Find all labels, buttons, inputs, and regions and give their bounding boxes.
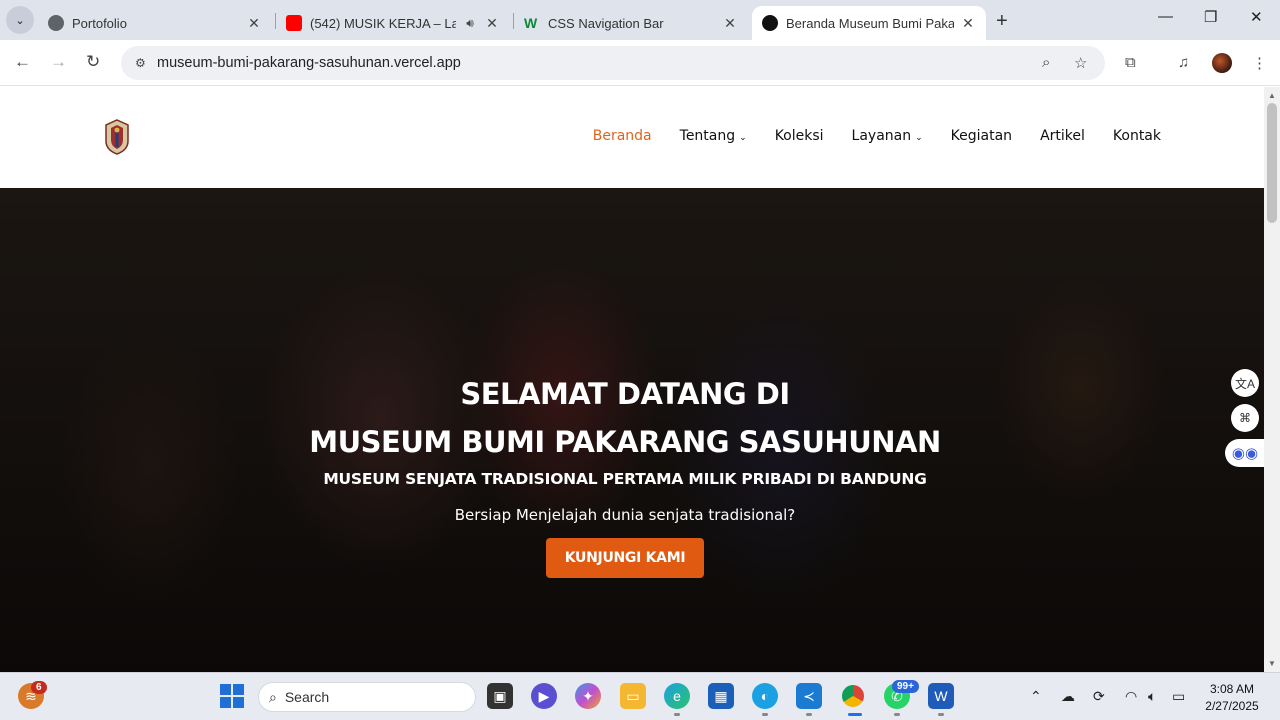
site-info-icon[interactable]: ⚙ — [135, 56, 151, 70]
kunjungi-kami-button[interactable]: KUNJUNGI KAMI — [545, 538, 705, 578]
close-window-button[interactable]: ✕ — [1250, 8, 1263, 26]
w3schools-icon: W — [524, 15, 538, 31]
site-header: Beranda Tentang ⌄ Koleksi Layanan ⌄ Kegiat… — [0, 87, 1264, 188]
back-icon[interactable]: ← — [14, 52, 31, 72]
word-icon[interactable]: W — [928, 683, 954, 709]
chevron-down-icon: ⌄ — [739, 133, 747, 143]
command-icon[interactable]: ⌘ — [1231, 404, 1259, 432]
browser-toolbar: ← → ↻ ⚙ museum-bumi-pakarang-sasuhunan.v… — [0, 40, 1280, 86]
media-control-icon[interactable]: ♫ — [1178, 54, 1189, 71]
hero-title-line2: MUSEUM BUMI PAKARANG SASUHUNAN — [309, 425, 941, 459]
app-icon[interactable]: ◐ — [752, 683, 778, 709]
speaker-icon[interactable]: 🔊︎ — [462, 16, 478, 31]
close-tab-icon[interactable]: ✕ — [722, 15, 738, 32]
taskbar-search[interactable]: ⌕ Search — [258, 682, 476, 712]
tab-portofolio[interactable]: Portofolio ✕ — [38, 6, 272, 40]
museum-logo[interactable] — [104, 119, 130, 155]
nav-item-kontak[interactable]: Kontak — [1113, 128, 1161, 144]
hero-subtitle: MUSEUM SENJATA TRADISIONAL PERTAMA MILIK… — [323, 470, 927, 488]
nav-item-artikel[interactable]: Artikel — [1040, 128, 1085, 144]
tab-strip: ⌄ Portofolio ✕ (542) MUSIK KERJA – Lagu … — [0, 0, 1280, 40]
sync-icon[interactable]: ⟳ — [1093, 688, 1105, 705]
onedrive-icon[interactable]: ☁ — [1061, 688, 1075, 705]
wifi-icon[interactable]: ◠ — [1125, 688, 1137, 705]
tab-title: Portofolio — [72, 15, 127, 31]
taskbar: ≋ 6 ⌕ Search ▣ ▶ ✦ ▭ e ▦ ◐ ≺ ✆ 99+ W ⌃ ☁… — [0, 672, 1280, 720]
tab-search-chevron-icon[interactable]: ⌄ — [6, 6, 34, 34]
globe-icon — [48, 15, 64, 31]
reload-icon[interactable]: ↻ — [86, 52, 100, 72]
minimize-button[interactable]: — — [1158, 8, 1173, 25]
tab-title: CSS Navigation Bar — [548, 15, 664, 31]
store-icon[interactable]: ▦ — [708, 683, 734, 709]
vscode-icon[interactable]: ≺ — [796, 683, 822, 709]
menu-icon[interactable]: ⋮ — [1252, 54, 1267, 72]
nav-item-beranda[interactable]: Beranda — [593, 128, 652, 144]
tab-title: (542) MUSIK KERJA – Lagu Ace — [310, 15, 456, 31]
nav-item-kegiatan[interactable]: Kegiatan — [951, 128, 1012, 144]
zoom-icon[interactable]: ⌕ — [1042, 54, 1050, 71]
page-scrollbar[interactable]: ▲ ▼ — [1264, 87, 1280, 672]
hero-title-line1: SELAMAT DATANG DI — [460, 377, 790, 411]
close-tab-icon[interactable]: ✕ — [960, 15, 976, 32]
vercel-icon — [762, 15, 778, 31]
url-text[interactable]: museum-bumi-pakarang-sasuhunan.vercel.ap… — [157, 55, 461, 71]
search-label: Search — [284, 689, 330, 705]
file-explorer-icon[interactable]: ▭ — [620, 683, 646, 709]
forward-icon[interactable]: → — [50, 52, 67, 72]
nav-item-koleksi[interactable]: Koleksi — [775, 128, 824, 144]
system-clock[interactable]: 3:08 AM 2/27/2025 — [1198, 681, 1266, 715]
profile-avatar[interactable] — [1212, 53, 1232, 73]
scroll-up-icon[interactable]: ▲ — [1268, 91, 1276, 100]
nav-item-layanan[interactable]: Layanan ⌄ — [852, 128, 923, 144]
meet-icon[interactable]: ▶ — [531, 683, 557, 709]
volume-icon[interactable]: 🔈︎ — [1148, 688, 1156, 705]
bookmark-star-icon[interactable]: ☆ — [1074, 54, 1087, 72]
close-tab-icon[interactable]: ✕ — [246, 15, 262, 32]
edge-icon[interactable]: e — [664, 683, 690, 709]
assistant-bot-icon[interactable]: ◉◉ — [1225, 439, 1264, 467]
nav-item-tentang[interactable]: Tentang ⌄ — [680, 128, 747, 144]
hero-tagline: Bersiap Menjelajah dunia senjata tradisi… — [454, 506, 796, 524]
search-icon: ⌕ — [269, 688, 277, 705]
clock-date: 2/27/2025 — [1205, 699, 1259, 713]
scroll-thumb[interactable] — [1267, 103, 1277, 223]
widget-badge: 6 — [31, 681, 47, 694]
scroll-down-icon[interactable]: ▼ — [1268, 659, 1276, 668]
whatsapp-badge: 99+ — [892, 680, 919, 693]
tab-musik-kerja[interactable]: (542) MUSIK KERJA – Lagu Ace 🔊︎ ✕ — [276, 6, 510, 40]
translate-icon[interactable]: 文A — [1231, 369, 1259, 397]
tab-css-navigation-bar[interactable]: W CSS Navigation Bar ✕ — [514, 6, 748, 40]
tray-chevron-up-icon[interactable]: ⌃ — [1030, 688, 1042, 705]
battery-icon[interactable]: ▭ — [1172, 688, 1185, 705]
address-bar[interactable]: ⚙ museum-bumi-pakarang-sasuhunan.vercel.… — [121, 46, 1105, 80]
hero-content: SELAMAT DATANG DI MUSEUM BUMI PAKARANG S… — [0, 370, 1250, 578]
chevron-down-icon: ⌄ — [915, 133, 923, 143]
tab-title: Beranda Museum Bumi Pakarang — [786, 15, 954, 31]
web-page: Beranda Tentang ⌄ Koleksi Layanan ⌄ Kegiat… — [0, 87, 1264, 672]
youtube-icon — [286, 15, 302, 31]
close-tab-icon[interactable]: ✕ — [484, 15, 500, 32]
maximize-button[interactable]: ❐ — [1204, 8, 1217, 26]
windows-start-icon[interactable] — [219, 683, 245, 709]
new-tab-button[interactable]: + — [996, 10, 1008, 33]
extensions-icon[interactable]: ⧉ — [1125, 54, 1136, 71]
task-view-icon[interactable]: ▣ — [487, 683, 513, 709]
clock-time: 3:08 AM — [1209, 682, 1255, 696]
copilot-icon[interactable]: ✦ — [575, 683, 601, 709]
tab-beranda-museum[interactable]: Beranda Museum Bumi Pakarang ✕ — [752, 6, 986, 40]
main-nav: Beranda Tentang ⌄ Koleksi Layanan ⌄ Kegiat… — [565, 128, 1161, 144]
hero-section: SELAMAT DATANG DI MUSEUM BUMI PAKARANG S… — [0, 188, 1264, 672]
chrome-icon[interactable] — [840, 683, 866, 709]
